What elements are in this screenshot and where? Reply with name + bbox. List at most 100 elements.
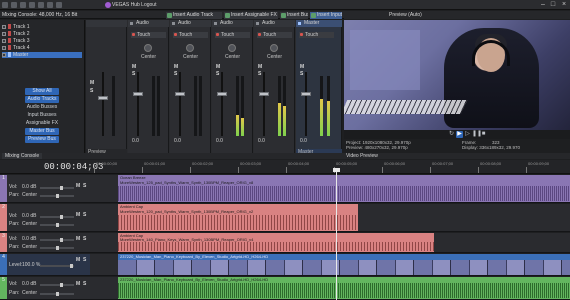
checkbox-icon[interactable] — [2, 38, 6, 43]
insert-assignable-fx-button[interactable]: Insert Assignable FX — [224, 12, 278, 19]
pan-knob[interactable] — [144, 44, 152, 52]
fader-handle[interactable] — [217, 92, 227, 96]
pause-icon[interactable]: ❚❚ — [472, 131, 482, 138]
audio-busses-button[interactable]: Audio Busses — [25, 104, 59, 111]
preview-bus-button[interactable]: Preview Bus — [25, 136, 59, 143]
track-list-item[interactable]: Track 2 — [2, 31, 82, 37]
mute-button[interactable]: M — [76, 236, 80, 242]
solo-button[interactable]: S — [174, 71, 177, 77]
insert-input-bus-button[interactable]: Insert Input Bus — [310, 12, 342, 19]
checkbox-icon[interactable] — [2, 45, 6, 50]
mute-button[interactable]: M — [76, 212, 80, 218]
track-header-4[interactable]: 4 Level: 100.0 % M S — [0, 254, 90, 276]
slider-thumb[interactable] — [56, 194, 59, 198]
play-icon[interactable]: ▶ — [456, 131, 463, 138]
solo-button[interactable]: S — [83, 236, 86, 242]
solo-button[interactable]: S — [83, 212, 86, 218]
solo-button[interactable]: S — [132, 71, 135, 77]
volume-slider[interactable] — [40, 215, 74, 219]
mute-button[interactable]: M — [216, 64, 220, 70]
solo-button[interactable]: S — [83, 257, 86, 263]
slider-thumb[interactable] — [56, 223, 59, 227]
mute-button[interactable]: M — [76, 281, 80, 287]
pan-slider[interactable] — [40, 246, 74, 250]
slider-thumb[interactable] — [70, 264, 73, 268]
tab-mixing-console[interactable]: Mixing Console — [2, 153, 43, 159]
audio-tracks-button[interactable]: Audio Tracks — [25, 96, 59, 103]
mute-button[interactable]: M — [174, 64, 178, 70]
undo-icon[interactable] — [38, 2, 44, 8]
insert-bus-button[interactable]: Insert Bus — [280, 12, 308, 19]
slider-thumb[interactable] — [60, 283, 63, 287]
track-list-item[interactable]: Track 1 — [2, 24, 82, 30]
slider-thumb[interactable] — [60, 215, 63, 219]
volume-slider[interactable] — [40, 283, 74, 287]
pan-knob[interactable] — [270, 44, 278, 52]
stop-icon[interactable]: ■ — [480, 131, 487, 138]
slider-thumb[interactable] — [56, 246, 59, 250]
mute-button[interactable]: M — [90, 80, 94, 86]
show-all-button[interactable]: Show All — [25, 88, 59, 95]
solo-button[interactable]: S — [90, 88, 93, 94]
automation-touch-select[interactable]: Touch — [257, 32, 292, 38]
input-busses-button[interactable]: Input Busses — [25, 112, 59, 119]
open-icon[interactable] — [20, 2, 26, 8]
pan-slider[interactable] — [40, 292, 74, 296]
play-from-start-icon[interactable]: ▷ — [464, 131, 471, 138]
slider-thumb[interactable] — [60, 186, 63, 190]
solo-button[interactable]: S — [83, 281, 86, 287]
pan-knob[interactable] — [228, 44, 236, 52]
mute-button[interactable]: M — [132, 64, 136, 70]
video-event-clip[interactable]: 237220_Musician_Man_Piano_Keyboard_By_El… — [118, 254, 570, 275]
track-header-5[interactable]: 5 Vol: 0.0 dB Pan: Center M S — [0, 277, 90, 300]
checkbox-icon[interactable] — [2, 31, 6, 36]
track-list-item[interactable]: Track 4 — [2, 45, 82, 51]
preview-quality-select[interactable]: Preview (Auto) — [389, 12, 422, 18]
redo-icon[interactable] — [47, 2, 53, 8]
track-header-1[interactable]: 1 Vol: 0.0 dB Pan: Center M S — [0, 175, 90, 203]
audio-event-clip[interactable]: 237220_Musician_Man_Piano_Keyboard_By_El… — [118, 277, 570, 299]
save-icon[interactable] — [29, 2, 35, 8]
automation-touch-select[interactable]: Touch — [299, 32, 334, 38]
fader-handle[interactable] — [133, 92, 143, 96]
settings-icon[interactable] — [56, 2, 62, 8]
track-header-2[interactable]: 2 Vol: 0.0 dB Pan: Center M S — [0, 204, 90, 232]
close-icon[interactable]: × — [559, 1, 569, 9]
mute-button[interactable]: M — [300, 64, 304, 70]
fader-handle[interactable] — [98, 96, 108, 100]
volume-slider[interactable] — [40, 186, 74, 190]
slider-thumb[interactable] — [56, 292, 59, 296]
level-slider[interactable] — [40, 264, 74, 268]
slider-thumb[interactable] — [60, 238, 63, 242]
pan-slider[interactable] — [40, 223, 74, 227]
track-list-item-master[interactable]: Master — [2, 52, 82, 58]
master-bus-button[interactable]: Master Bus — [25, 128, 59, 135]
pan-knob[interactable] — [186, 44, 194, 52]
timeline-ruler[interactable]: 00:00:00;00 00:00:01;00 00:00:02;00 00:0… — [90, 160, 570, 174]
track-list-item[interactable]: Track 3 — [2, 38, 82, 44]
checkbox-icon[interactable] — [2, 52, 6, 57]
mute-button[interactable]: M — [76, 257, 80, 263]
automation-touch-select[interactable]: Touch — [215, 32, 250, 38]
insert-audio-track-button[interactable]: Insert Audio Track — [166, 12, 222, 19]
solo-button[interactable]: S — [300, 71, 303, 77]
checkbox-icon[interactable] — [2, 24, 6, 29]
tab-video-preview[interactable]: Video Preview — [346, 153, 378, 159]
audio-event-clip[interactable]: Ambient Cap MoreWestern_140_Piano_Keys_W… — [118, 233, 434, 252]
new-icon[interactable] — [11, 2, 17, 8]
pan-slider[interactable] — [40, 194, 74, 198]
solo-button[interactable]: S — [83, 183, 86, 189]
audio-event-clip[interactable]: Ocean Breeze MoreWestern_125_pad_Synths_… — [118, 175, 570, 202]
automation-touch-select[interactable]: Touch — [131, 32, 166, 38]
playhead-cursor[interactable] — [336, 170, 337, 300]
mute-button[interactable]: M — [76, 183, 80, 189]
minimize-icon[interactable]: – — [538, 1, 548, 9]
fader-handle[interactable] — [259, 92, 269, 96]
mute-button[interactable]: M — [258, 64, 262, 70]
loop-icon[interactable]: ↻ — [448, 131, 455, 138]
automation-touch-select[interactable]: Touch — [173, 32, 208, 38]
maximize-icon[interactable]: □ — [548, 1, 558, 9]
assignable-fx-button[interactable]: Assignable FX — [25, 120, 59, 127]
fader-handle[interactable] — [175, 92, 185, 96]
audio-event-clip[interactable]: Ambient Cap MoreWestern_120_pad_Synths_W… — [118, 204, 358, 231]
